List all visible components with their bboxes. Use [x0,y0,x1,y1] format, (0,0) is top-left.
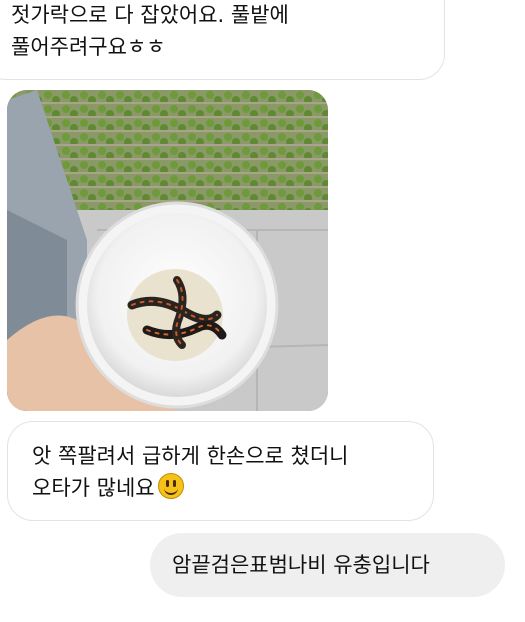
message-text-line: 젓가락으로 다 잡았어요. 풀밭에 [11,3,289,27]
grinning-face-icon [157,473,184,499]
cup-photo-image [7,90,328,411]
outgoing-message-bubble[interactable]: 암끝검은표범나비 유충입니다 [150,533,505,597]
photo-message[interactable] [7,90,328,411]
message-text: 오타가 많네요 [32,476,155,500]
message-text-line: 풀어주려구요ㅎㅎ [11,35,166,59]
message-text-line: 암끝검은표범나비 유충입니다 [172,553,430,577]
incoming-message-bubble[interactable]: 젓가락으로 다 잡았어요. 풀밭에 풀어주려구요ㅎㅎ [0,0,445,80]
message-text-line: 앗 쪽팔려서 급하게 한손으로 쳤더니 [32,444,349,468]
incoming-message-bubble[interactable]: 앗 쪽팔려서 급하게 한손으로 쳤더니 오타가 많네요 [7,421,434,521]
message-text-line: 오타가 많네요 [32,472,433,504]
